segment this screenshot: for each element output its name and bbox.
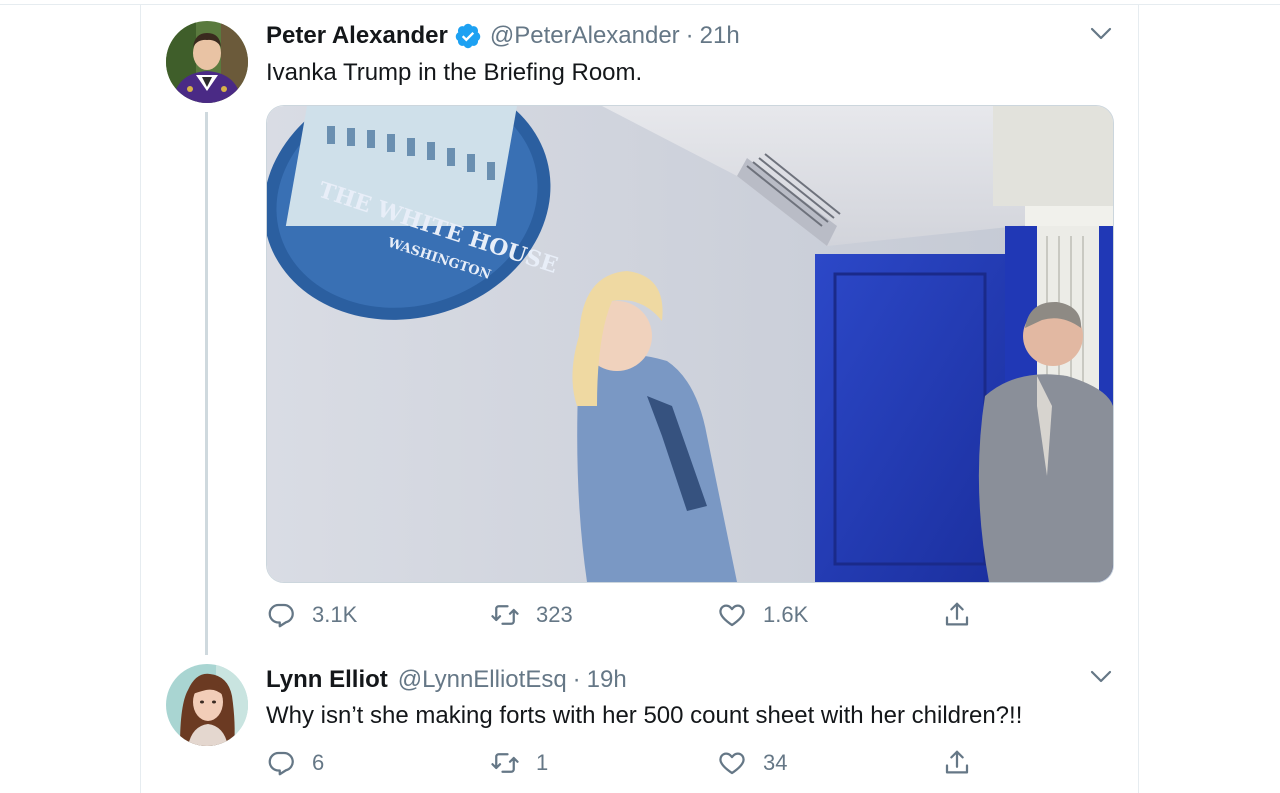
share-icon <box>945 602 969 626</box>
user-handle[interactable]: @LynnElliotEsq <box>398 666 567 694</box>
like-button[interactable]: 34 <box>717 747 787 779</box>
avatar[interactable] <box>166 664 248 746</box>
like-count: 34 <box>763 750 788 775</box>
reply-button[interactable]: 3.1K <box>266 599 357 631</box>
retweet-icon <box>491 753 519 773</box>
share-icon <box>945 750 969 774</box>
reply-icon <box>268 603 294 628</box>
reply-button[interactable]: 6 <box>266 747 324 779</box>
retweet-count: 323 <box>536 602 573 627</box>
tweet-header: Peter Alexander @PeterAlexander · 21h <box>266 22 740 50</box>
separator-dot: · <box>685 22 694 49</box>
chevron-down-icon[interactable] <box>1089 665 1113 689</box>
chevron-down-icon[interactable] <box>1089 22 1113 46</box>
reply-count: 6 <box>312 750 325 775</box>
like-count: 1.6K <box>763 602 809 627</box>
like-button[interactable]: 1.6K <box>717 599 808 631</box>
share-button[interactable] <box>942 747 988 779</box>
thread-connector-line <box>205 112 208 655</box>
reply-icon <box>268 751 294 776</box>
tweet-text: Why isn’t she making forts with her 500 … <box>266 702 1023 729</box>
tweet-header: Lynn Elliot @LynnElliotEsq · 19h <box>266 666 627 694</box>
heart-icon <box>719 604 745 627</box>
display-name[interactable]: Peter Alexander <box>266 22 448 50</box>
top-divider <box>0 4 1280 5</box>
timeline-right-border <box>1138 4 1139 793</box>
avatar[interactable] <box>166 21 248 103</box>
heart-icon <box>719 752 745 775</box>
share-button[interactable] <box>942 599 988 631</box>
tweet-photo[interactable]: THE WHITE HOUSE WASHINGTON <box>266 105 1114 583</box>
separator-dot: · <box>572 666 581 693</box>
tweet-actions: 3.1K 323 1.6K <box>266 599 986 631</box>
retweet-button[interactable]: 323 <box>490 599 573 631</box>
verified-badge-icon <box>454 22 482 50</box>
timestamp[interactable]: 19h <box>587 666 627 694</box>
user-handle[interactable]: @PeterAlexander <box>490 22 680 50</box>
tweet-text: Ivanka Trump in the Briefing Room. <box>266 59 643 86</box>
retweet-count: 1 <box>536 750 549 775</box>
tweet-actions: 6 1 34 <box>266 747 986 779</box>
timeline-left-border <box>140 4 141 793</box>
timestamp[interactable]: 21h <box>700 22 740 50</box>
retweet-icon <box>491 605 519 625</box>
display-name[interactable]: Lynn Elliot <box>266 666 388 694</box>
retweet-button[interactable]: 1 <box>490 747 548 779</box>
reply-count: 3.1K <box>312 602 358 627</box>
